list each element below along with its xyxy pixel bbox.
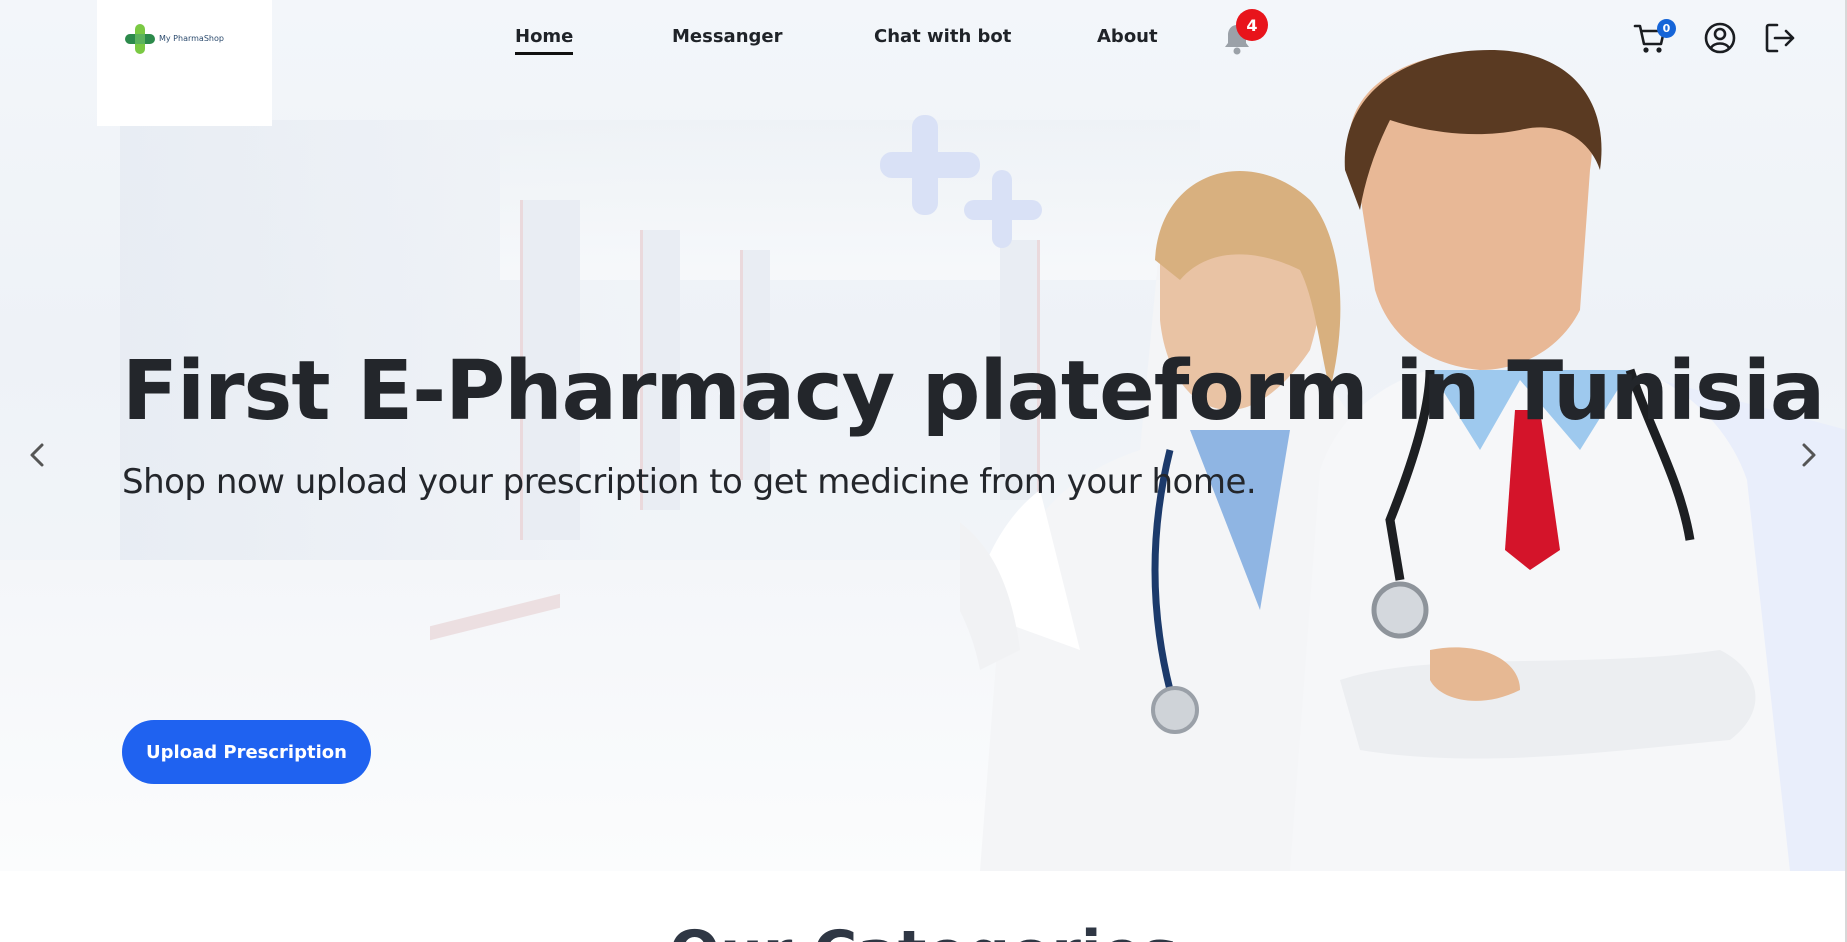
categories-section-title: Our Categories <box>0 918 1847 942</box>
notification-count-badge: 4 <box>1236 9 1268 41</box>
hero-banner: First E-Pharmacy plateform in Tunisia Sh… <box>0 0 1847 871</box>
hero-title: First E-Pharmacy plateform in Tunisia <box>122 344 1825 439</box>
main-navbar: Home Messanger Chat with bot About 4 0 <box>0 0 1847 80</box>
user-circle-icon[interactable] <box>1702 20 1738 56</box>
chevron-right-icon[interactable] <box>1788 435 1828 475</box>
upload-prescription-button[interactable]: Upload Prescription <box>122 720 371 784</box>
chevron-left-icon[interactable] <box>18 435 58 475</box>
cart-count-badge: 0 <box>1657 19 1676 38</box>
nav-chat-with-bot[interactable]: Chat with bot <box>874 26 1011 47</box>
logo[interactable]: My PharmaShop <box>97 0 272 126</box>
nav-home[interactable]: Home <box>515 26 574 55</box>
nav-messanger[interactable]: Messanger <box>672 26 782 47</box>
pharmacy-cross-icon <box>125 24 155 54</box>
logo-text: My PharmaShop <box>159 34 224 43</box>
logout-icon[interactable] <box>1762 20 1798 56</box>
hero-subtitle: Shop now upload your prescription to get… <box>122 462 1257 502</box>
nav-about[interactable]: About <box>1097 26 1158 47</box>
doctors-image <box>960 50 1847 871</box>
